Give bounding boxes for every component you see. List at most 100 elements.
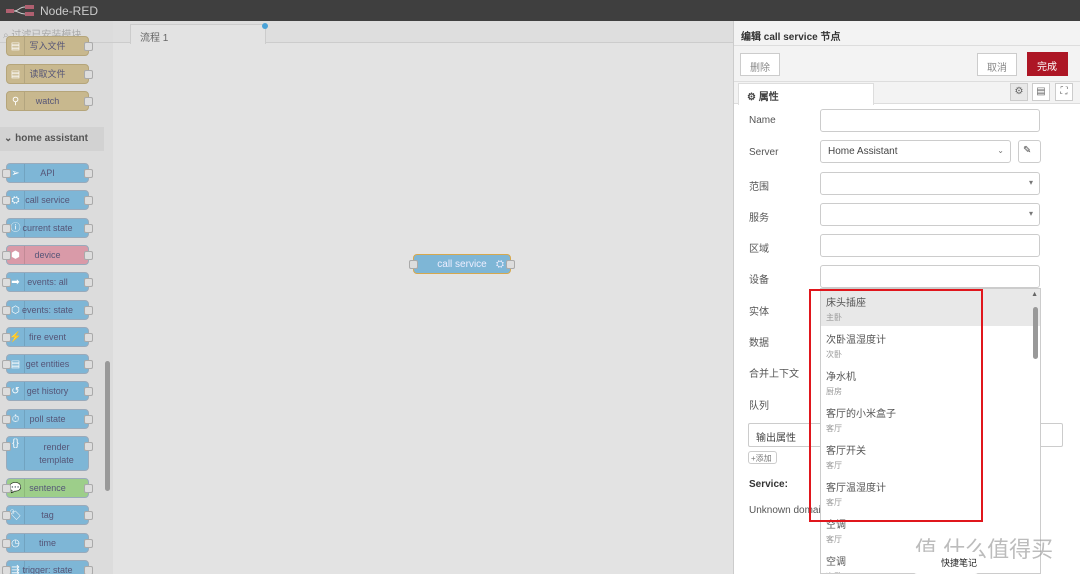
node-label: trigger: state xyxy=(22,564,73,574)
tab-flow-1[interactable]: 流程 1 xyxy=(130,23,268,44)
domain-input[interactable]: ▾ xyxy=(820,172,1040,195)
add-label: 添加 xyxy=(755,454,772,463)
palette-node[interactable]: ◷ time xyxy=(2,532,93,553)
name-input[interactable] xyxy=(820,109,1040,132)
node-label: fire event xyxy=(28,331,67,342)
palette-node[interactable]: ➡ events: all xyxy=(2,272,93,293)
area-input[interactable] xyxy=(820,234,1040,257)
edit-panel-title: 编辑 call service 节点 xyxy=(734,21,1080,46)
node-label: 写入文件 xyxy=(29,41,66,51)
node-label: API xyxy=(40,168,55,178)
node-label: get entities xyxy=(25,359,70,370)
entity-option[interactable]: 客厅的小米盒子 客厅 xyxy=(821,400,1040,437)
output-properties-header: 输出属性 xyxy=(756,433,796,444)
label-entity: 实体 xyxy=(749,307,769,318)
node-label: sentence xyxy=(29,483,66,493)
palette-node[interactable]: ⓘ current state xyxy=(2,217,93,238)
device-input[interactable] xyxy=(820,265,1040,288)
entity-area: 客厅 xyxy=(826,461,842,470)
palette-node[interactable]: {} render template xyxy=(2,436,93,471)
label-domain: 范围 xyxy=(749,182,769,193)
entity-area: 厨房 xyxy=(826,387,842,396)
palette-node-write-file[interactable]: ▤ 写入文件 xyxy=(6,36,93,56)
changed-dot-icon xyxy=(262,23,268,29)
entity-area: 次卧 xyxy=(826,350,842,359)
palette-node[interactable]: ⏱ poll state xyxy=(2,408,93,429)
label-server: Server xyxy=(749,147,779,158)
quick-note-label: 快捷笔记 xyxy=(941,558,978,568)
palette-scrollbar[interactable] xyxy=(105,361,110,491)
node-label: poll state xyxy=(29,413,66,424)
label-queue: 队列 xyxy=(749,401,769,412)
entity-name: 空调 xyxy=(826,520,846,531)
description-icon[interactable]: ▤ xyxy=(1032,83,1050,101)
entity-option[interactable]: 净水机 厨房 xyxy=(821,363,1040,400)
entity-area: 客厅 xyxy=(826,424,842,433)
service-header: Service: xyxy=(749,479,788,490)
node-red-logo-icon xyxy=(6,5,34,16)
gear-icon: ⚙ xyxy=(747,92,756,103)
edit-server-button[interactable]: ✎ xyxy=(1018,140,1041,163)
done-button[interactable]: 完成 xyxy=(1027,52,1068,76)
node-label: watch xyxy=(35,96,60,106)
entity-name: 客厅的小米盒子 xyxy=(826,409,896,420)
appearance-icon[interactable]: ⛶ xyxy=(1055,83,1073,101)
tab-label: 流程 1 xyxy=(140,33,169,44)
add-button[interactable]: +添加 xyxy=(748,451,777,464)
node-palette: ⌕ 过滤已安装模块 ▤写入文件 ▤读取文件 ⚲watch ⌄ home assi… xyxy=(0,21,113,574)
palette-node-read-file[interactable]: ▤ 读取文件 xyxy=(6,64,93,84)
tab-label: 属性 xyxy=(758,92,779,103)
entity-area: 主卧 xyxy=(826,313,842,322)
server-select[interactable]: Home Assistant ⌄ xyxy=(820,140,1011,163)
palette-node[interactable]: ⚡ fire event xyxy=(2,326,93,347)
palette-node[interactable]: ⬡ events: state xyxy=(2,299,93,320)
canvas-node-call-service[interactable]: call service ⛭ xyxy=(409,254,515,274)
palette-node[interactable]: ➢ API xyxy=(2,163,93,183)
label-data: 数据 xyxy=(749,338,769,349)
server-value: Home Assistant xyxy=(828,146,898,157)
label-service: 服务 xyxy=(749,213,769,224)
palette-node[interactable]: ⛭ call service xyxy=(2,190,93,211)
palette-node[interactable]: ⇶ trigger: state xyxy=(2,559,93,574)
node-label: call service xyxy=(25,195,70,206)
entity-option[interactable]: 次卧温湿度计 次卧 xyxy=(821,326,1040,363)
cancel-button[interactable]: 取消 xyxy=(977,53,1017,76)
service-icon: ⛭ xyxy=(496,259,504,270)
unknown-domain-text: Unknown domain xyxy=(749,505,827,516)
palette-node[interactable]: ▤ get entities xyxy=(2,354,93,375)
palette-category-home-assistant[interactable]: ⌄ home assistant xyxy=(0,127,104,151)
app-title: Node-RED xyxy=(40,4,99,18)
node-label: call service xyxy=(437,259,487,270)
entity-option[interactable]: 客厅温湿度计 客厅 xyxy=(821,474,1040,511)
chevron-down-icon: ⌄ xyxy=(997,146,1004,155)
app-header: Node-RED xyxy=(0,0,1080,21)
caret-down-icon: ▾ xyxy=(1028,209,1033,218)
category-label: home assistant xyxy=(15,133,88,144)
workspace[interactable]: 流程 1 call service ⛭ xyxy=(113,21,733,574)
node-label: device xyxy=(34,249,61,260)
palette-node[interactable]: ⬢ device xyxy=(2,244,93,265)
node-label: 读取文件 xyxy=(29,69,66,79)
entity-option[interactable]: 床头插座 主卧 xyxy=(821,289,1040,326)
label-device: 设备 xyxy=(749,275,769,286)
palette-node[interactable]: ↺ get history xyxy=(2,381,93,402)
quick-note-button[interactable]: 快捷笔记 xyxy=(913,552,979,574)
edit-panel: 编辑 call service 节点 删除 取消 完成 ⚙ 属性 ⚙ ▤ ⛶ N… xyxy=(733,21,1080,574)
service-input[interactable]: ▾ xyxy=(820,203,1040,226)
label-merge-context: 合并上下文 xyxy=(749,369,799,380)
entity-name: 次卧温湿度计 xyxy=(826,335,886,346)
node-label: get history xyxy=(26,386,69,397)
entity-option[interactable]: 客厅开关 客厅 xyxy=(821,437,1040,474)
dropdown-scrollbar[interactable] xyxy=(1033,307,1038,359)
tab-properties[interactable]: ⚙ 属性 xyxy=(738,83,874,105)
label-area: 区域 xyxy=(749,244,769,255)
scroll-up-icon[interactable]: ▲ xyxy=(1031,291,1038,298)
palette-node-watch[interactable]: ⚲ watch xyxy=(6,91,93,111)
delete-button[interactable]: 删除 xyxy=(740,53,780,76)
node-label: time xyxy=(38,537,56,548)
node-label: events: all xyxy=(27,277,68,288)
palette-node[interactable]: 🏷 tag xyxy=(2,505,93,526)
settings-gear-icon[interactable]: ⚙ xyxy=(1010,83,1028,101)
entity-name: 床头插座 xyxy=(826,298,866,309)
palette-node[interactable]: 💬 sentence xyxy=(2,478,93,498)
